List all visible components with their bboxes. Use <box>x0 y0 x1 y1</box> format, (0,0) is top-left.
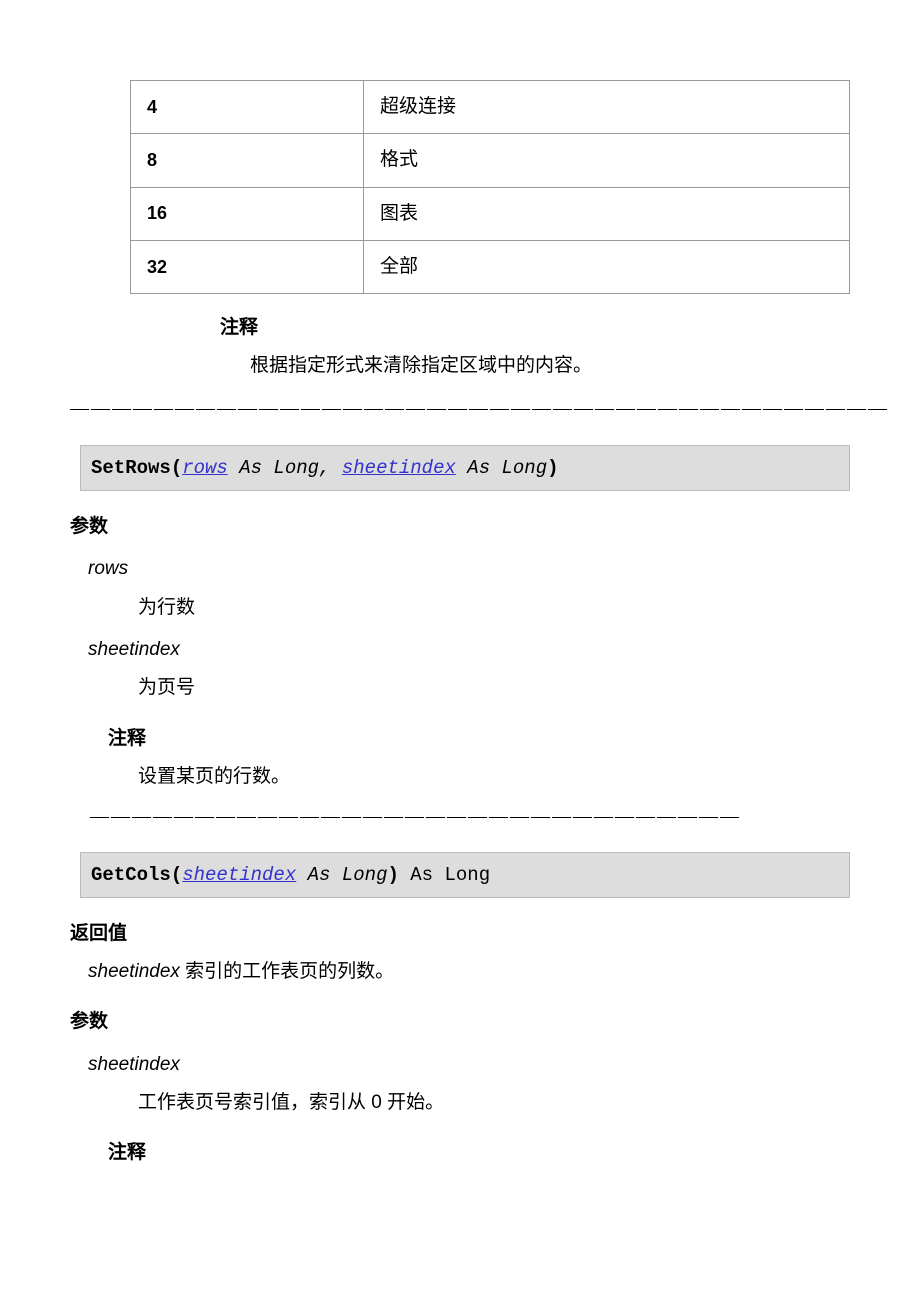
param-desc: 为行数 <box>138 592 850 624</box>
divider: ——————————————————————————————————————— <box>70 391 850 427</box>
table-val: 全部 <box>364 240 850 293</box>
param-desc: 为页号 <box>138 672 850 704</box>
code-param-link[interactable]: sheetindex <box>342 457 456 479</box>
code-param-link[interactable]: sheetindex <box>182 864 296 886</box>
param-name: sheetindex <box>88 1049 850 1081</box>
table-key: 32 <box>131 240 364 293</box>
code-text: As Long <box>456 457 547 479</box>
params-label: 参数 <box>70 1006 850 1038</box>
note-text: 根据指定形式来清除指定区域中的内容。 <box>250 350 850 382</box>
table-key: 8 <box>131 134 364 187</box>
code-close: ) <box>387 864 398 886</box>
param-desc: 工作表页号索引值，索引从 0 开始。 <box>138 1087 850 1119</box>
table-key: 16 <box>131 187 364 240</box>
divider: ——————————————————————————————— <box>90 801 850 833</box>
return-name: sheetindex <box>88 961 180 982</box>
code-text: As Long, <box>228 457 342 479</box>
code-param-link[interactable]: rows <box>182 457 228 479</box>
return-label: 返回值 <box>70 918 850 950</box>
param-name: sheetindex <box>88 634 850 666</box>
note-text: 设置某页的行数。 <box>138 761 850 793</box>
param-name: rows <box>88 553 850 585</box>
table-val: 超级连接 <box>364 81 850 134</box>
return-text: sheetindex 索引的工作表页的列数。 <box>88 956 850 988</box>
table-key: 4 <box>131 81 364 134</box>
code-getcols: GetCols(sheetindex As Long) As Long <box>80 852 850 898</box>
table-row: 8 格式 <box>131 134 850 187</box>
return-desc: 索引的工作表页的列数。 <box>180 961 394 982</box>
document-page: 4 超级连接 8 格式 16 图表 32 全部 注释 根据指定形式来清除指定区域… <box>0 0 920 1236</box>
note-heading: 注释 <box>220 312 850 344</box>
code-setrows: SetRows(rows As Long, sheetindex As Long… <box>80 445 850 491</box>
code-close: ) <box>547 457 558 479</box>
code-ret: As Long <box>399 864 490 886</box>
table-row: 4 超级连接 <box>131 81 850 134</box>
table-val: 格式 <box>364 134 850 187</box>
flags-table: 4 超级连接 8 格式 16 图表 32 全部 <box>130 80 850 294</box>
code-fn: SetRows( <box>91 457 182 479</box>
note-heading: 注释 <box>108 723 850 755</box>
note-heading: 注释 <box>108 1137 850 1169</box>
code-fn: GetCols( <box>91 864 182 886</box>
code-text: As Long <box>296 864 387 886</box>
table-val: 图表 <box>364 187 850 240</box>
table-row: 16 图表 <box>131 187 850 240</box>
params-label: 参数 <box>70 511 850 543</box>
table-row: 32 全部 <box>131 240 850 293</box>
